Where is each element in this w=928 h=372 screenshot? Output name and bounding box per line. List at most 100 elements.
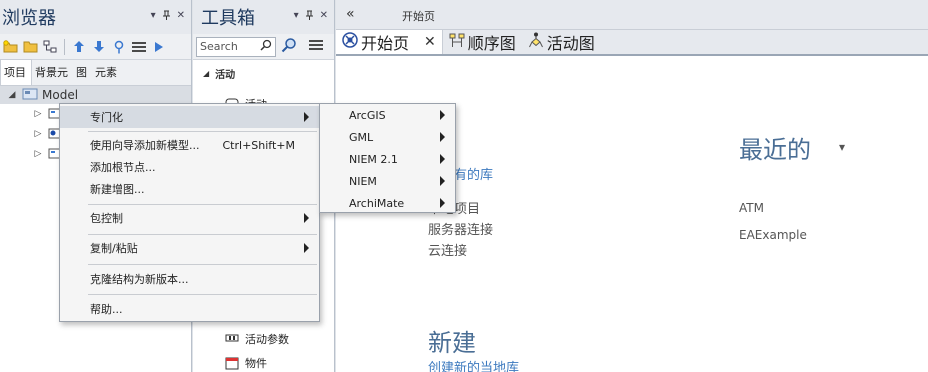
context-menu: 专门化 使用向导添加新模型... Ctrl+Shift+M 添加根节点... 新… xyxy=(59,103,320,322)
menu-item-add-root-node[interactable]: 添加根节点... xyxy=(60,156,319,178)
toolbox-item-activity-parameter[interactable]: 活动参数 xyxy=(193,327,289,351)
submenu-arrow-icon xyxy=(304,112,309,122)
submenu-item-niem[interactable]: NIEM xyxy=(320,170,455,192)
menu-item-label: ArchiMate xyxy=(349,196,405,210)
browser-title: 浏览器 xyxy=(2,8,56,29)
find-icon[interactable] xyxy=(281,37,297,56)
submenu-item-archimate[interactable]: ArchiMate xyxy=(320,192,455,214)
menu-item-help[interactable]: 帮助... xyxy=(60,298,319,320)
play-icon[interactable] xyxy=(150,38,167,55)
toolbox-title: 工具箱 xyxy=(201,8,255,29)
object-icon xyxy=(225,357,239,370)
browser-title-bar: 浏览器 ▾ ✕ xyxy=(0,0,191,34)
toolbox-title-bar: 工具箱 ▾ ✕ xyxy=(193,0,334,34)
tab-element[interactable]: 元素 xyxy=(92,64,122,85)
submenu-arrow-icon xyxy=(440,132,445,142)
document-window-title: 开始页 xyxy=(402,10,435,23)
activity-parameter-icon xyxy=(225,333,239,345)
tab-diagram[interactable]: 图 xyxy=(73,64,92,85)
tab-label: 顺序图 xyxy=(467,34,516,53)
tab-project[interactable]: 项目 xyxy=(0,59,32,85)
menu-item-label: 使用向导添加新模型... xyxy=(90,139,200,152)
new-package-icon[interactable] xyxy=(2,38,19,55)
menu-item-label: GML xyxy=(349,130,374,144)
new-heading: 新建 xyxy=(428,329,476,357)
folder-icon[interactable] xyxy=(22,38,39,55)
submenu-arrow-icon xyxy=(304,243,309,253)
menu-item-new-view[interactable]: 新建增图... xyxy=(60,178,319,200)
collapse-triangle-icon[interactable]: ◢ xyxy=(6,90,18,100)
menu-icon[interactable] xyxy=(308,39,324,54)
collapse-panels-icon[interactable]: « xyxy=(346,6,355,22)
recent-dropdown-icon[interactable]: ▾ xyxy=(839,140,845,154)
tab-label: 活动图 xyxy=(546,34,595,53)
dropdown-icon[interactable]: ▾ xyxy=(294,10,299,23)
tab-sequence-diagram[interactable]: 顺序图 xyxy=(443,30,522,54)
expand-triangle-icon[interactable]: ▷ xyxy=(32,129,44,139)
menu-item-copy-paste[interactable]: 复制/粘贴 xyxy=(60,237,319,259)
recent-item-eaexample[interactable]: EAExample xyxy=(739,228,807,242)
toolbox-category[interactable]: ◢ 活动 xyxy=(193,60,334,86)
menu-item-label: NIEM 2.1 xyxy=(349,152,398,166)
sequence-diagram-icon xyxy=(449,32,465,52)
submenu-item-niem-2-1[interactable]: NIEM 2.1 xyxy=(320,148,455,170)
toolbox-search-row xyxy=(193,34,334,60)
close-icon[interactable]: ✕ xyxy=(320,10,328,23)
submenu-arrow-icon xyxy=(440,154,445,164)
create-new-local-link[interactable]: 创建新的当地库 xyxy=(428,357,519,372)
start-page-icon xyxy=(342,32,358,52)
hierarchy-icon[interactable] xyxy=(42,38,59,55)
tab-start-page[interactable]: 开始页 ✕ xyxy=(336,30,443,54)
tree-row-model[interactable]: ◢ Model xyxy=(0,86,191,104)
toolbox-category-label: 活动 xyxy=(215,69,236,81)
document-tabs: 开始页 ✕ 顺序图 活动图 xyxy=(336,30,928,56)
move-up-icon[interactable] xyxy=(70,38,87,55)
open-server-connection[interactable]: 服务器连接 xyxy=(428,219,493,238)
submenu-arrow-icon xyxy=(440,198,445,208)
menu-item-label: 新建增图... xyxy=(90,183,145,196)
locate-icon[interactable] xyxy=(110,38,127,55)
toolbox-search-box[interactable] xyxy=(196,36,276,57)
menu-item-label: 克隆结构为新版本... xyxy=(90,273,189,286)
menu-item-label: ArcGIS xyxy=(349,108,386,122)
document-header: « 开始页 xyxy=(336,0,928,30)
submenu-arrow-icon xyxy=(440,110,445,120)
menu-item-specialize[interactable]: 专门化 xyxy=(60,106,319,128)
close-tab-icon[interactable]: ✕ xyxy=(424,34,436,50)
submenu-item-gml[interactable]: GML xyxy=(320,126,455,148)
menu-item-label: NIEM xyxy=(349,174,377,188)
toolbox-search-input[interactable] xyxy=(200,40,256,53)
menu-item-add-model-wizard[interactable]: 使用向导添加新模型... Ctrl+Shift+M xyxy=(60,134,319,156)
menu-item-package-control[interactable]: 包控制 xyxy=(60,207,319,229)
pin-icon[interactable] xyxy=(162,10,171,23)
recent-item-atm[interactable]: ATM xyxy=(739,201,764,215)
submenu-arrow-icon xyxy=(304,213,309,223)
open-cloud-connection[interactable]: 云连接 xyxy=(428,240,467,259)
toolbox-item-object[interactable]: 物件 xyxy=(193,351,267,372)
submenu-item-arcgis[interactable]: ArcGIS xyxy=(320,104,455,126)
close-icon[interactable]: ✕ xyxy=(177,10,185,23)
tab-activity-diagram[interactable]: 活动图 xyxy=(522,30,601,54)
browser-toolbar xyxy=(0,34,191,60)
specialize-submenu: ArcGIS GML NIEM 2.1 NIEM ArchiMate xyxy=(319,103,456,213)
search-icon[interactable] xyxy=(260,39,272,54)
activity-diagram-icon xyxy=(528,32,544,52)
menu-item-clone-structure[interactable]: 克隆结构为新版本... xyxy=(60,268,319,290)
model-label: Model xyxy=(42,88,79,102)
pin-icon[interactable] xyxy=(305,10,314,23)
menu-item-label: 添加根节点... xyxy=(90,161,156,174)
menu-icon[interactable] xyxy=(130,38,147,55)
model-root-icon xyxy=(22,88,38,103)
expand-triangle-icon[interactable]: ▷ xyxy=(32,109,44,119)
recent-heading: 最近的 xyxy=(739,136,811,164)
expand-triangle-icon[interactable]: ▷ xyxy=(32,149,44,159)
tab-label: 开始页 xyxy=(361,34,410,53)
menu-item-label: 帮助... xyxy=(90,303,123,316)
menu-item-label: 包控制 xyxy=(90,212,123,225)
toolbox-item-label: 活动参数 xyxy=(245,333,289,346)
move-down-icon[interactable] xyxy=(90,38,107,55)
tab-context[interactable]: 背景元 xyxy=(32,64,73,85)
menu-item-shortcut: Ctrl+Shift+M xyxy=(222,138,296,152)
dropdown-icon[interactable]: ▾ xyxy=(151,10,156,23)
submenu-arrow-icon xyxy=(440,176,445,186)
